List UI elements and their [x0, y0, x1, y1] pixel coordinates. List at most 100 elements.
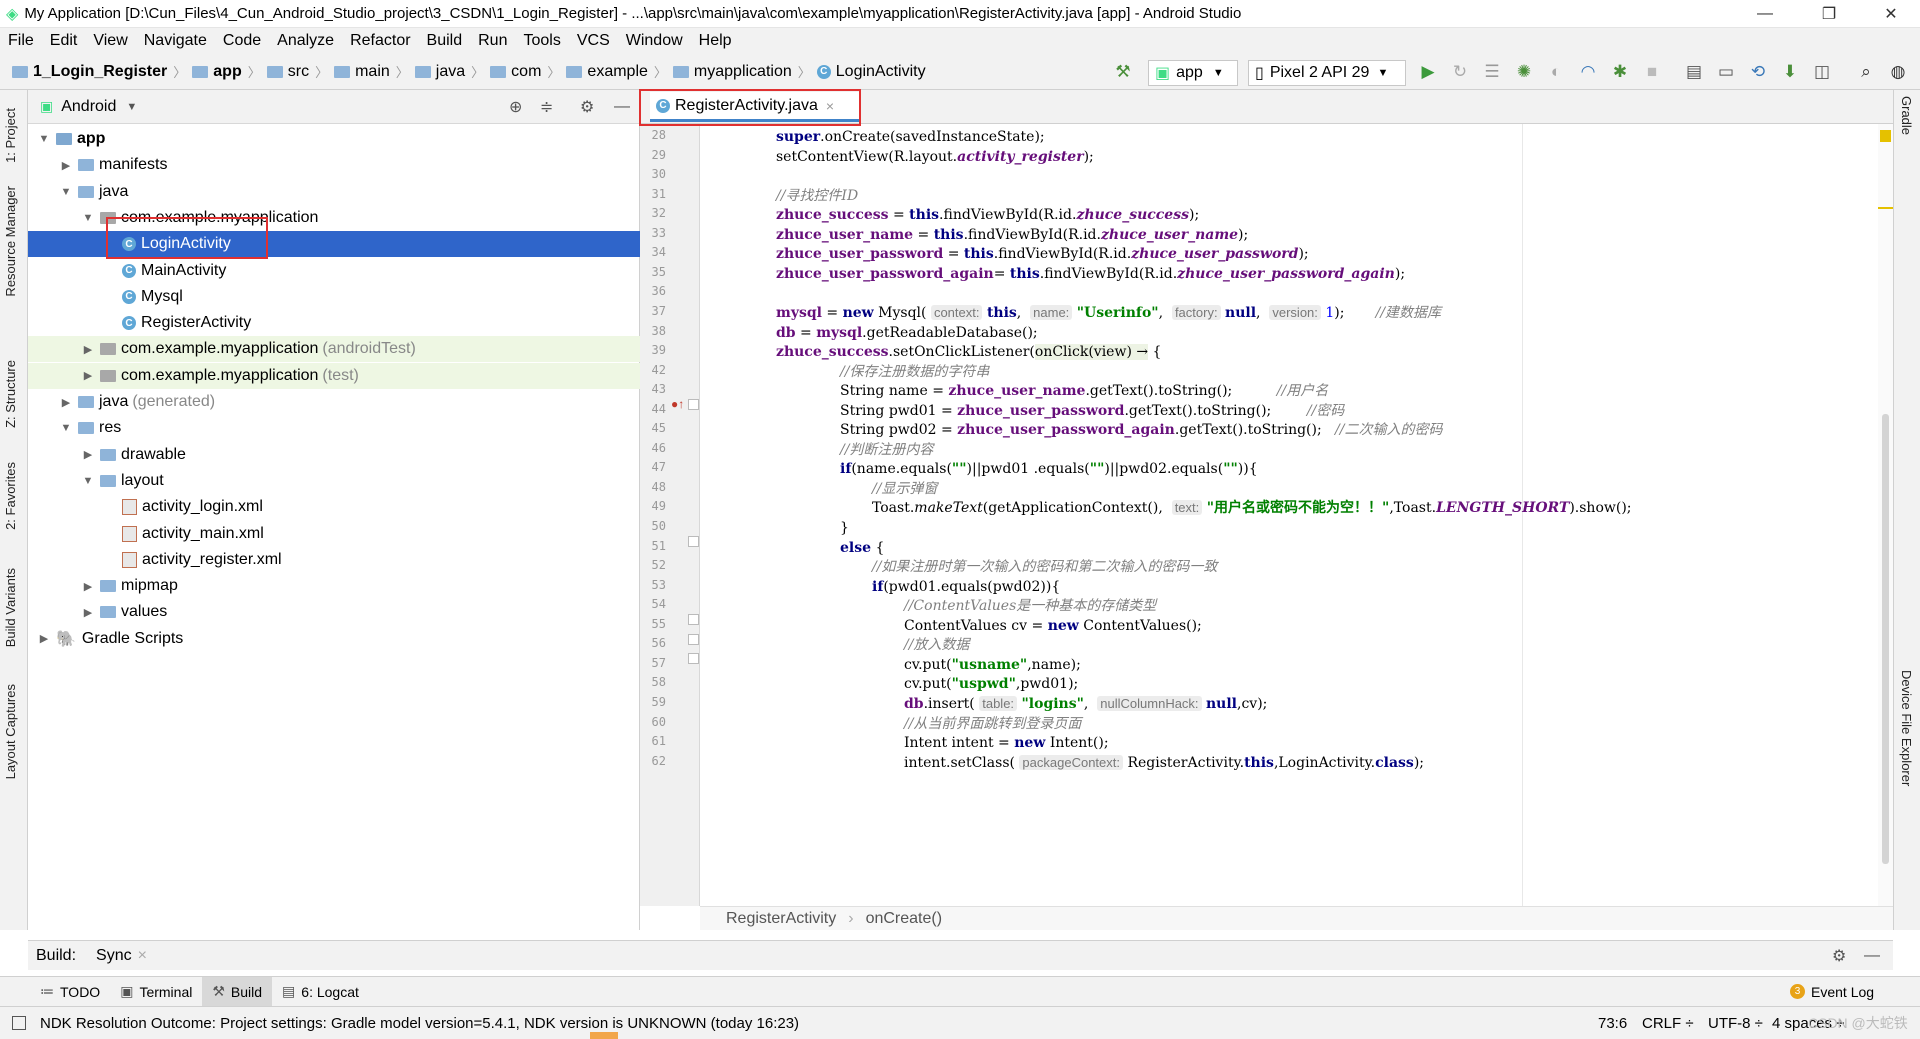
editor-scrollbar[interactable]	[1878, 124, 1893, 906]
breadcrumb-method[interactable]: onCreate()	[866, 910, 942, 928]
minimize-button[interactable]: —	[1742, 0, 1788, 28]
cursor-position[interactable]: 73:6	[1598, 1015, 1627, 1032]
breadcrumb-item[interactable]: src 〉	[266, 62, 328, 81]
fold-icon[interactable]	[688, 634, 699, 645]
bottom-tab-build[interactable]: ⚒ Build	[202, 976, 273, 1007]
tree-item[interactable]: ▶ com.example.myapplication (test)	[28, 362, 640, 389]
scrollbar-thumb[interactable]	[1882, 414, 1889, 864]
close-tab-icon[interactable]: ×	[138, 947, 147, 965]
bottom-tab-6-logcat[interactable]: ▤ 6: Logcat	[272, 977, 369, 1007]
fold-icon[interactable]	[688, 614, 699, 625]
breadcrumb-item[interactable]: java 〉	[414, 62, 484, 81]
breadcrumb-item[interactable]: example 〉	[566, 62, 667, 81]
avd-manager-icon[interactable]: ▭	[1716, 62, 1736, 82]
collapsed-arrow-icon[interactable]: ▶	[80, 369, 96, 382]
file-encoding[interactable]: UTF-8 ÷	[1708, 1015, 1763, 1032]
tool-tab-device-file-explorer[interactable]: Device File Explorer	[1899, 670, 1914, 786]
sync-gradle-icon[interactable]: ⟲	[1748, 62, 1768, 82]
collapsed-arrow-icon[interactable]: ▶	[36, 632, 52, 645]
menu-item-tools[interactable]: Tools	[515, 32, 568, 50]
tree-item[interactable]: ▼ res	[28, 415, 640, 441]
tree-item[interactable]: ▶ mipmap	[28, 573, 640, 599]
expanded-arrow-icon[interactable]: ▼	[58, 422, 74, 434]
apply-changes-icon[interactable]: ☰	[1482, 62, 1502, 82]
gear-icon[interactable]: ⚙	[1832, 946, 1846, 966]
tree-item[interactable]: ▶ java (generated)	[28, 389, 640, 415]
code-line[interactable]: zhuce_user_password_again= this.findView…	[776, 263, 1405, 285]
locate-icon[interactable]: ⊕	[509, 97, 522, 117]
chevron-down-icon[interactable]: ▼	[126, 101, 137, 113]
bottom-tab-terminal[interactable]: ▣ Terminal	[110, 977, 202, 1007]
tool-tab-2-favorites[interactable]: 2: Favorites	[3, 462, 18, 530]
collapsed-arrow-icon[interactable]: ▶	[58, 396, 74, 409]
tool-tab-gradle[interactable]: Gradle	[1899, 96, 1914, 135]
menu-item-code[interactable]: Code	[215, 32, 269, 50]
collapsed-arrow-icon[interactable]: ▶	[80, 448, 96, 461]
profiler-icon[interactable]: ◠	[1578, 62, 1598, 82]
coverage-icon[interactable]: ◐	[1546, 62, 1566, 82]
collapsed-arrow-icon[interactable]: ▶	[80, 580, 96, 593]
menu-item-file[interactable]: File	[0, 32, 42, 50]
tool-tab-1-project[interactable]: 1: Project	[3, 108, 18, 163]
menu-item-view[interactable]: View	[85, 32, 135, 50]
fold-icon[interactable]	[688, 536, 699, 547]
collapsed-arrow-icon[interactable]: ▶	[58, 159, 74, 172]
rerun-icon[interactable]: ↻	[1450, 62, 1470, 82]
breadcrumb-item[interactable]: C LoginActivity	[816, 63, 926, 81]
hide-panel-icon[interactable]: —	[614, 98, 630, 116]
tree-item[interactable]: activity_register.xml	[28, 547, 640, 573]
attach-debugger-icon[interactable]: ✱	[1610, 62, 1630, 82]
menu-item-analyze[interactable]: Analyze	[269, 32, 342, 50]
event-log-button[interactable]: 3 Event Log	[1790, 984, 1874, 1000]
breadcrumb-item[interactable]: myapplication 〉	[672, 62, 811, 81]
warning-marker-icon[interactable]	[1880, 130, 1891, 142]
breadcrumb-item[interactable]: app 〉	[192, 62, 261, 81]
tool-tab-z-structure[interactable]: Z: Structure	[3, 360, 18, 428]
code-line[interactable]: intent.setClass( packageContext: Registe…	[904, 752, 1424, 774]
tree-item[interactable]: ▶ com.example.myapplication (androidTest)	[28, 336, 640, 363]
menu-item-window[interactable]: Window	[618, 32, 691, 50]
sdk-manager-icon[interactable]: ⬇	[1780, 62, 1800, 82]
device-select[interactable]: ▯ Pixel 2 API 29 ▼	[1248, 60, 1406, 86]
tree-item[interactable]: C RegisterActivity	[28, 310, 640, 336]
menu-item-vcs[interactable]: VCS	[569, 32, 618, 50]
close-window-button[interactable]: ✕	[1868, 0, 1914, 28]
breadcrumb-item[interactable]: 1_Login_Register 〉	[12, 62, 186, 81]
layout-inspector-icon[interactable]: ◫	[1812, 62, 1832, 82]
tree-item[interactable]: activity_main.xml	[28, 521, 640, 547]
project-view-mode[interactable]: Android	[61, 98, 116, 116]
breadcrumb-class[interactable]: RegisterActivity	[726, 910, 836, 928]
expanded-arrow-icon[interactable]: ▼	[58, 186, 74, 198]
menu-item-run[interactable]: Run	[470, 32, 515, 50]
code-editor[interactable]: super.onCreate(savedInstanceState); setCo…	[700, 124, 1880, 906]
tab-sync[interactable]: Sync ×	[96, 947, 147, 965]
expanded-arrow-icon[interactable]: ▼	[36, 133, 52, 145]
override-marker-icon[interactable]: ●↑	[671, 397, 684, 411]
code-line[interactable]: Toast.makeText(getApplicationContext(), …	[872, 497, 1632, 519]
tree-item[interactable]: ▶ manifests	[28, 152, 640, 178]
tree-item[interactable]: activity_login.xml	[28, 494, 640, 520]
breadcrumb-item[interactable]: main 〉	[334, 62, 409, 81]
tree-item[interactable]: C Mysql	[28, 284, 640, 310]
tree-item[interactable]: ▶ values	[28, 599, 640, 625]
fold-icon[interactable]	[688, 399, 699, 410]
tree-item[interactable]: ▼ layout	[28, 468, 640, 494]
tool-tab-layout-captures[interactable]: Layout Captures	[3, 684, 18, 779]
collapsed-arrow-icon[interactable]: ▶	[80, 343, 96, 356]
collapsed-arrow-icon[interactable]: ▶	[80, 606, 96, 619]
project-structure-icon[interactable]: ▤	[1684, 62, 1704, 82]
expanded-arrow-icon[interactable]: ▼	[80, 212, 96, 224]
tree-item[interactable]: ▼ app	[28, 126, 640, 152]
gear-icon[interactable]: ⚙	[580, 97, 594, 117]
hammer-icon[interactable]: ⚒	[1113, 62, 1133, 82]
menu-item-build[interactable]: Build	[419, 32, 471, 50]
fold-icon[interactable]	[688, 653, 699, 664]
run-icon[interactable]: ▶	[1418, 62, 1438, 82]
status-message[interactable]: NDK Resolution Outcome: Project settings…	[40, 1015, 799, 1032]
search-icon[interactable]: ⌕	[1856, 62, 1876, 82]
line-separator[interactable]: CRLF ÷	[1642, 1015, 1694, 1032]
tree-item[interactable]: ▶ 🐘 Gradle Scripts	[28, 626, 640, 652]
status-window-icon[interactable]	[12, 1016, 26, 1030]
tree-item[interactable]: ▶ drawable	[28, 442, 640, 468]
tool-tab-build-variants[interactable]: Build Variants	[3, 568, 18, 647]
